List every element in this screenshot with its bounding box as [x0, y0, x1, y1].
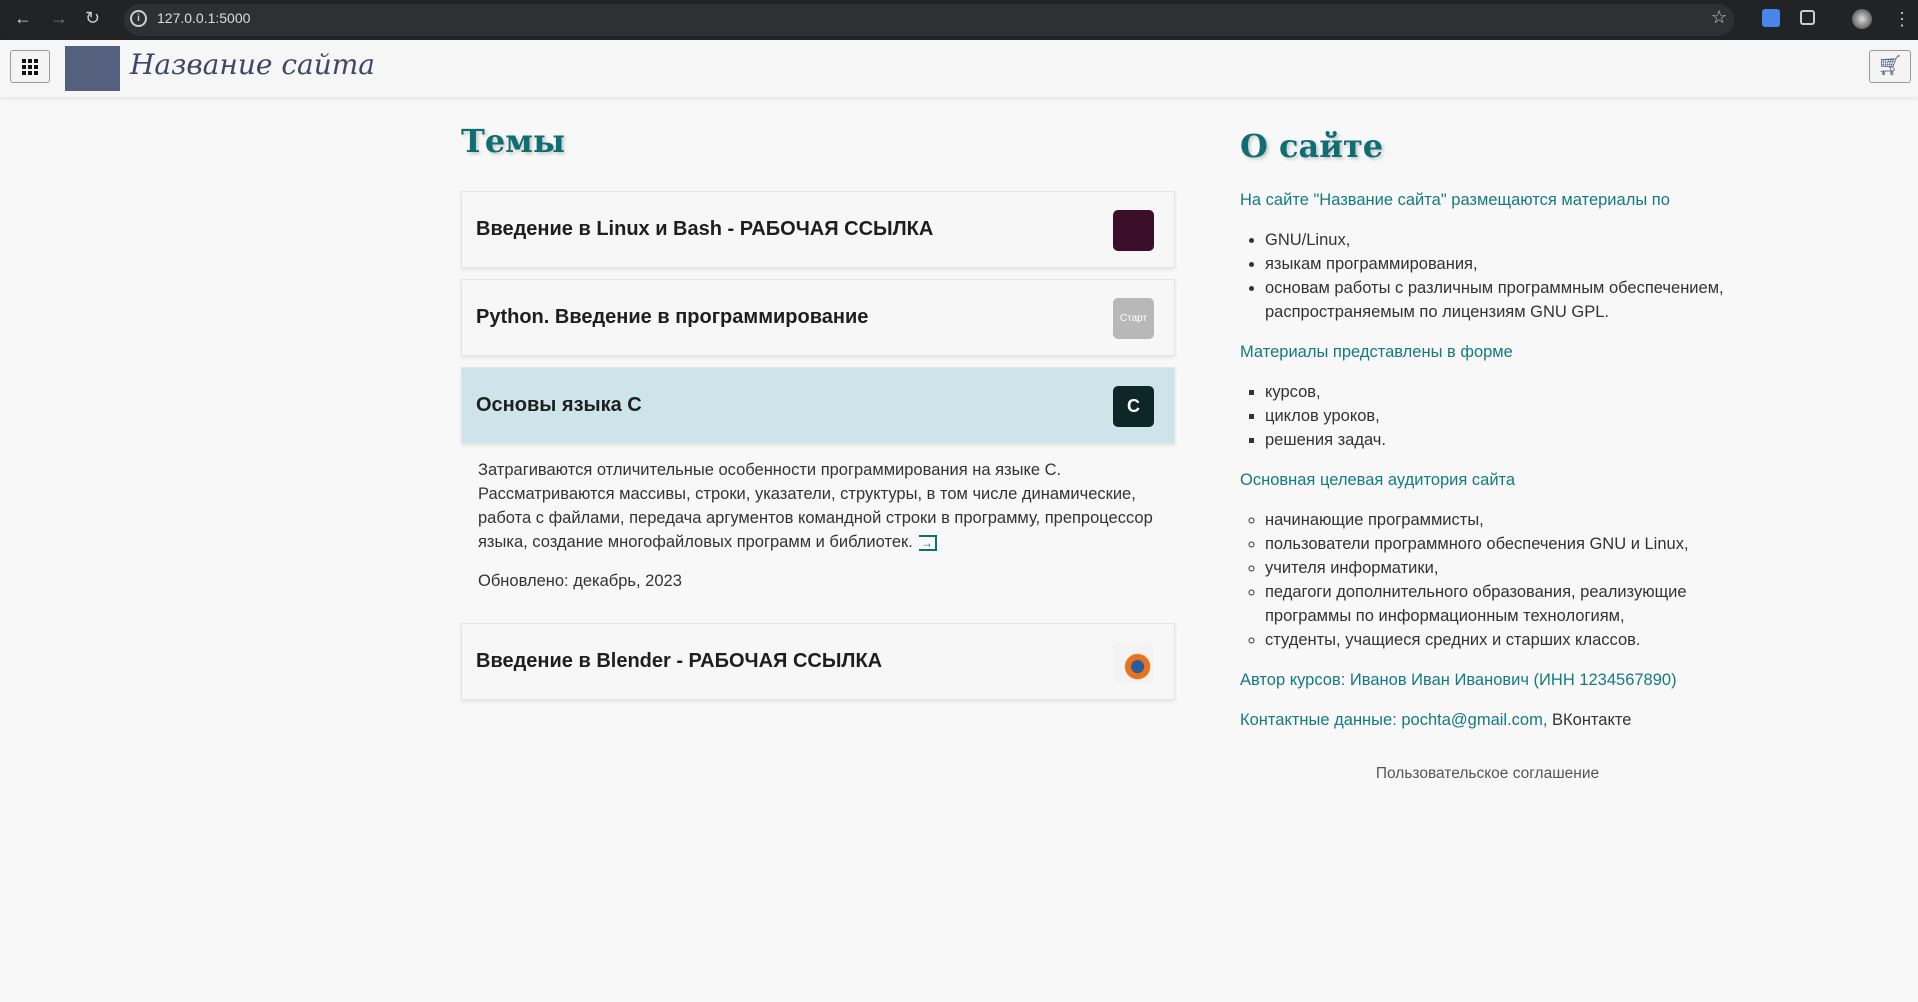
contacts-email[interactable]: Контактные данные: pochta@gmail.com, [1240, 711, 1547, 729]
profile-avatar[interactable] [1852, 9, 1872, 29]
topics-heading: Темы [461, 122, 566, 160]
site-title[interactable]: Название сайта [130, 48, 375, 81]
user-agreement-link[interactable]: Пользовательское соглашение [1240, 765, 1735, 783]
about-section: На сайте "Название сайта" размещаются ма… [1240, 188, 1780, 748]
cart-icon: 🛒︎ [1877, 55, 1903, 77]
list-item: студенты, учащиеся средних и старших кла… [1265, 628, 1780, 652]
audience-list: начинающие программисты, пользователи пр… [1265, 508, 1780, 652]
audience-intro: Основная целевая аудитория сайта [1240, 471, 1516, 489]
list-item: учителя информатики, [1265, 556, 1780, 580]
about-heading: О сайте [1240, 127, 1384, 165]
list-item: циклов уроков, [1265, 404, 1780, 428]
topic-title: Python. Введение в программирование [476, 306, 869, 328]
url-text[interactable]: 127.0.0.1:5000 [157, 10, 250, 26]
site-logo[interactable] [65, 46, 120, 91]
back-icon[interactable]: ← [14, 8, 32, 29]
topic-card-linux[interactable]: Введение в Linux и Bash - РАБОЧАЯ ССЫЛКА [461, 191, 1175, 268]
apps-menu-button[interactable] [10, 50, 50, 83]
linux-bash-icon [1113, 210, 1154, 251]
python-start-icon: Старт [1113, 298, 1154, 339]
list-item: пользователи программного обеспечения GN… [1265, 532, 1780, 556]
browser-toolbar: ← → ↻ i 127.0.0.1:5000 ☆ ⋮ [0, 0, 1918, 40]
topic-card-python[interactable]: Python. Введение в программирование Стар… [461, 279, 1175, 356]
updated-date: Обновлено: декабрь, 2023 [478, 572, 682, 590]
site-info-icon[interactable]: i [130, 10, 147, 27]
open-topic-link-icon[interactable]: → [918, 535, 937, 551]
bookmark-star-icon[interactable]: ☆ [1711, 7, 1727, 28]
list-item: решения задач. [1265, 428, 1780, 452]
list-item: GNU/Linux, [1265, 228, 1780, 252]
subjects-list: GNU/Linux, языкам программирования, осно… [1265, 228, 1780, 324]
contacts: Контактные данные: pochta@gmail.com, ВКо… [1240, 708, 1780, 732]
cart-button[interactable]: 🛒︎ [1869, 50, 1911, 83]
address-bar[interactable] [124, 4, 1734, 36]
about-intro: На сайте "Название сайта" размещаются ма… [1240, 191, 1670, 209]
reload-icon[interactable]: ↻ [85, 8, 100, 29]
c-language-icon: C [1113, 386, 1154, 427]
list-item: курсов, [1265, 380, 1780, 404]
topic-card-blender[interactable]: Введение в Blender - РАБОЧАЯ ССЫЛКА [461, 623, 1175, 700]
topic-description: Затрагиваются отличительные особенности … [478, 458, 1178, 554]
extensions-icon[interactable] [1800, 10, 1815, 25]
author-info: Автор курсов: Иванов Иван Иванович (ИНН … [1240, 671, 1677, 689]
vk-link[interactable]: ВКонтакте [1552, 711, 1631, 729]
topic-title: Введение в Linux и Bash - РАБОЧАЯ ССЫЛКА [476, 218, 934, 240]
list-item: педагоги дополнительного образования, ре… [1265, 580, 1725, 628]
topic-card-c[interactable]: Основы языка С C [461, 367, 1175, 444]
site-header: Название сайта 🛒︎ [0, 40, 1918, 97]
description-text: Затрагиваются отличительные особенности … [478, 461, 1153, 551]
list-item: основам работы с различным программным о… [1265, 276, 1735, 324]
topic-title: Введение в Blender - РАБОЧАЯ ССЫЛКА [476, 650, 883, 672]
forms-intro: Материалы представлены в форме [1240, 343, 1513, 361]
list-item: начинающие программисты, [1265, 508, 1780, 532]
list-item: языкам программирования, [1265, 252, 1780, 276]
forward-icon[interactable]: → [50, 8, 68, 29]
browser-menu-icon[interactable]: ⋮ [1893, 9, 1911, 30]
blender-icon [1113, 642, 1154, 683]
translate-extension-icon[interactable] [1762, 9, 1780, 27]
forms-list: курсов, циклов уроков, решения задач. [1265, 380, 1780, 452]
topic-title: Основы языка С [476, 394, 642, 416]
